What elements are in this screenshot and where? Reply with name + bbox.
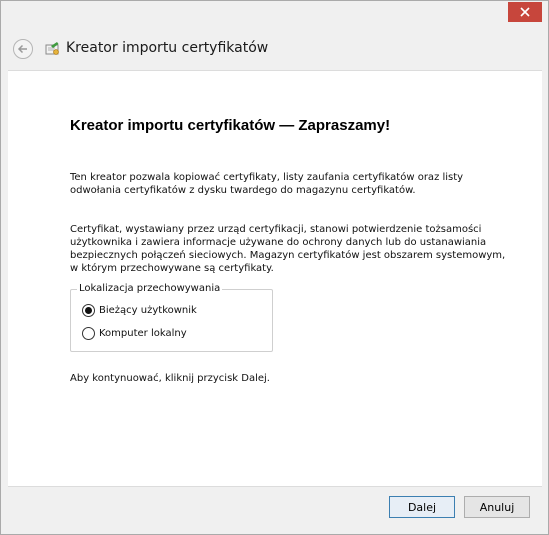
- description-paragraph: Certyfikat, wystawiany przez urząd certy…: [70, 224, 506, 274]
- wizard-header: Kreator importu certyfikatów: [1, 31, 548, 69]
- radio-button-selected[interactable]: [82, 304, 95, 317]
- next-button[interactable]: Dalej: [389, 496, 455, 518]
- storage-location-group: Lokalizacja przechowywania Bieżący użytk…: [70, 283, 273, 352]
- certificate-icon: [45, 42, 59, 55]
- radio-current-user[interactable]: Bieżący użytkownik: [82, 304, 197, 317]
- page-heading: Kreator importu certyfikatów — Zapraszam…: [70, 117, 391, 134]
- radio-local-machine[interactable]: Komputer lokalny: [82, 327, 187, 340]
- radio-label: Bieżący użytkownik: [99, 305, 197, 316]
- continue-hint: Aby kontynuować, kliknij przycisk Dalej.: [70, 373, 270, 384]
- storage-location-legend: Lokalizacja przechowywania: [77, 283, 223, 294]
- radio-button[interactable]: [82, 327, 95, 340]
- intro-paragraph: Ten kreator pozwala kopiować certyfikaty…: [70, 172, 464, 196]
- wizard-title: Kreator importu certyfikatów: [66, 40, 269, 56]
- close-button[interactable]: [508, 2, 542, 22]
- back-arrow-icon: [17, 44, 27, 54]
- wizard-content: Kreator importu certyfikatów — Zapraszam…: [8, 70, 542, 487]
- cancel-button[interactable]: Anuluj: [464, 496, 530, 518]
- radio-label: Komputer lokalny: [99, 328, 187, 339]
- back-button[interactable]: [13, 39, 33, 59]
- wizard-window: Kreator importu certyfikatów Kreator imp…: [0, 0, 549, 535]
- close-icon: [520, 7, 530, 17]
